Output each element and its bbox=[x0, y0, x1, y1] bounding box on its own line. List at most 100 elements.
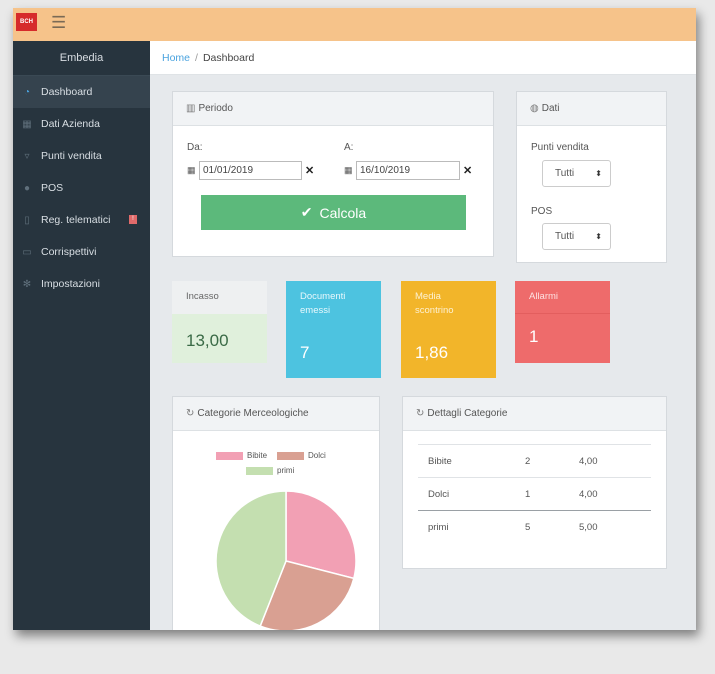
sidebar-item-label: Punti vendita bbox=[41, 150, 102, 162]
sidebar-item-corrispettivi[interactable]: ▭ Corrispettivi bbox=[13, 236, 150, 268]
sidebar-item-pos[interactable]: ● POS bbox=[13, 172, 150, 204]
dati-panel: ◍ Dati Punti vendita Tutti ⬍ POS Tutti ⬍ bbox=[516, 91, 667, 263]
breadcrumb: Home / Dashboard bbox=[150, 41, 696, 75]
categorie-title: Categorie Merceologiche bbox=[197, 408, 309, 419]
category-amount: 4,00 bbox=[579, 489, 598, 500]
calendar-icon: ▥ bbox=[186, 103, 196, 114]
dashboard-icon: ◔ bbox=[23, 86, 31, 98]
dettagli-panel: ↻ Dettagli Categorie Bibite 2 4,00 Dolci … bbox=[402, 396, 667, 569]
category-name: primi bbox=[428, 522, 449, 533]
legend-label: primi bbox=[277, 466, 295, 475]
category-qty: 2 bbox=[525, 456, 531, 467]
receipt-icon: ▭ bbox=[22, 246, 32, 258]
card-value: 7 bbox=[300, 343, 310, 362]
app-logo: BCH bbox=[16, 13, 37, 31]
table-row: Bibite 2 4,00 bbox=[418, 444, 651, 477]
periodo-panel-header: ▥ Periodo bbox=[173, 92, 493, 126]
check-icon: ✔ bbox=[300, 204, 313, 220]
sidebar: Embedia ◔ Dashboard ▦ Dati Azienda ▿ Pun… bbox=[13, 41, 150, 630]
calendar-icon: ▦ bbox=[344, 165, 353, 175]
card-title: Incasso bbox=[172, 281, 267, 314]
pos-label: POS bbox=[531, 206, 553, 217]
to-date-input[interactable]: 16/10/2019 bbox=[356, 161, 460, 180]
category-name: Bibite bbox=[428, 456, 452, 467]
dati-panel-header: ◍ Dati bbox=[517, 92, 666, 126]
sidebar-item-label: Dati Azienda bbox=[41, 118, 100, 130]
calcola-button[interactable]: ✔ Calcola bbox=[201, 195, 466, 230]
sidebar-item-label: Corrispettivi bbox=[41, 246, 97, 258]
legend-swatch bbox=[246, 466, 273, 475]
table-row: Dolci 1 4,00 bbox=[418, 477, 651, 510]
pie-chart bbox=[215, 490, 357, 630]
category-amount: 5,00 bbox=[579, 522, 598, 533]
pos-value: Tutti bbox=[555, 231, 575, 242]
store-icon: ▿ bbox=[24, 150, 30, 162]
globe-icon: ◍ bbox=[530, 103, 539, 114]
legend-item-primi[interactable]: primi bbox=[246, 466, 294, 475]
sidebar-item-punti-vendita[interactable]: ▿ Punti vendita bbox=[13, 140, 150, 172]
settings-icon: ✻ bbox=[22, 278, 32, 290]
categorie-panel: ↻ Categorie Merceologiche Bibite Dolci pr… bbox=[172, 396, 380, 630]
periodo-panel: ▥ Periodo Da: ▦ 01/01/2019 ✕ A: ▦ 16/10/2… bbox=[172, 91, 494, 257]
dettagli-panel-header: ↻ Dettagli Categorie bbox=[403, 397, 666, 431]
register-icon: ▯ bbox=[24, 214, 30, 226]
calcola-button-label: Calcola bbox=[319, 204, 367, 221]
dati-title: Dati bbox=[541, 103, 560, 114]
hamburger-icon[interactable]: ☰ bbox=[51, 13, 66, 33]
card-title: Allarmi bbox=[515, 281, 610, 314]
sidebar-brand: Embedia bbox=[13, 41, 150, 76]
sidebar-item-label: Reg. telematici bbox=[41, 214, 111, 226]
card-title: Media scontrino bbox=[415, 291, 454, 316]
legend-label: Bibite bbox=[247, 451, 268, 460]
select-arrows-icon: ⬍ bbox=[595, 232, 602, 241]
allarmi-card: Allarmi 1 bbox=[515, 281, 610, 363]
sidebar-item-dati-azienda[interactable]: ▦ Dati Azienda bbox=[13, 108, 150, 140]
sidebar-item-label: POS bbox=[41, 182, 64, 194]
periodo-title: Periodo bbox=[198, 103, 233, 114]
punti-vendita-label: Punti vendita bbox=[531, 142, 589, 153]
sidebar-item-label: Dashboard bbox=[41, 86, 93, 98]
top-bar: BCH ☰ bbox=[13, 8, 696, 41]
sidebar-item-impostazioni[interactable]: ✻ Impostazioni bbox=[13, 268, 150, 300]
pos-select[interactable]: Tutti ⬍ bbox=[542, 223, 611, 250]
legend-swatch bbox=[216, 451, 243, 460]
to-label: A: bbox=[344, 142, 354, 153]
category-amount: 4,00 bbox=[579, 456, 598, 467]
refresh-icon: ↻ bbox=[186, 408, 195, 419]
category-qty: 1 bbox=[525, 489, 531, 500]
sidebar-item-dashboard[interactable]: ◔ Dashboard bbox=[13, 76, 150, 108]
legend-item-dolci[interactable]: Dolci bbox=[277, 451, 326, 460]
clear-from-date-icon[interactable]: ✕ bbox=[305, 164, 314, 177]
legend-item-bibite[interactable]: Bibite bbox=[216, 451, 267, 460]
app-window: BCH ☰ Embedia ◔ Dashboard ▦ Dati Azienda… bbox=[13, 8, 696, 630]
card-value: 1,86 bbox=[415, 343, 449, 362]
breadcrumb-current: Dashboard bbox=[202, 52, 255, 64]
punti-vendita-value: Tutti bbox=[555, 168, 575, 179]
legend-swatch bbox=[277, 451, 304, 460]
breadcrumb-home-link[interactable]: Home bbox=[162, 52, 190, 64]
card-value: 13,00 bbox=[172, 314, 267, 363]
clear-to-date-icon[interactable]: ✕ bbox=[463, 164, 472, 177]
punti-vendita-select[interactable]: Tutti ⬍ bbox=[542, 160, 611, 187]
sidebar-item-label: Impostazioni bbox=[41, 278, 100, 290]
refresh-icon: ↻ bbox=[416, 408, 425, 419]
breadcrumb-separator: / bbox=[195, 52, 198, 64]
incasso-card: Incasso 13,00 bbox=[172, 281, 267, 363]
documenti-emessi-card: Documenti emessi 7 bbox=[286, 281, 381, 378]
category-qty: 5 bbox=[525, 522, 531, 533]
alert-badge: ! bbox=[129, 215, 137, 224]
media-scontrino-card: Media scontrino 1,86 bbox=[401, 281, 496, 378]
card-value: 1 bbox=[529, 327, 539, 346]
from-date-input[interactable]: 01/01/2019 bbox=[199, 161, 302, 180]
sidebar-item-reg-telematici[interactable]: ▯ Reg. telematici ! bbox=[13, 204, 150, 236]
dettagli-title: Dettagli Categorie bbox=[427, 408, 508, 419]
calendar-icon: ▦ bbox=[187, 165, 196, 175]
pos-icon: ● bbox=[23, 182, 31, 194]
table-row: primi 5 5,00 bbox=[418, 510, 651, 543]
building-icon: ▦ bbox=[22, 118, 32, 130]
card-title: Documenti emessi bbox=[300, 291, 346, 316]
select-arrows-icon: ⬍ bbox=[595, 169, 602, 178]
categorie-panel-header: ↻ Categorie Merceologiche bbox=[173, 397, 379, 431]
from-label: Da: bbox=[187, 142, 203, 153]
category-name: Dolci bbox=[428, 489, 450, 500]
